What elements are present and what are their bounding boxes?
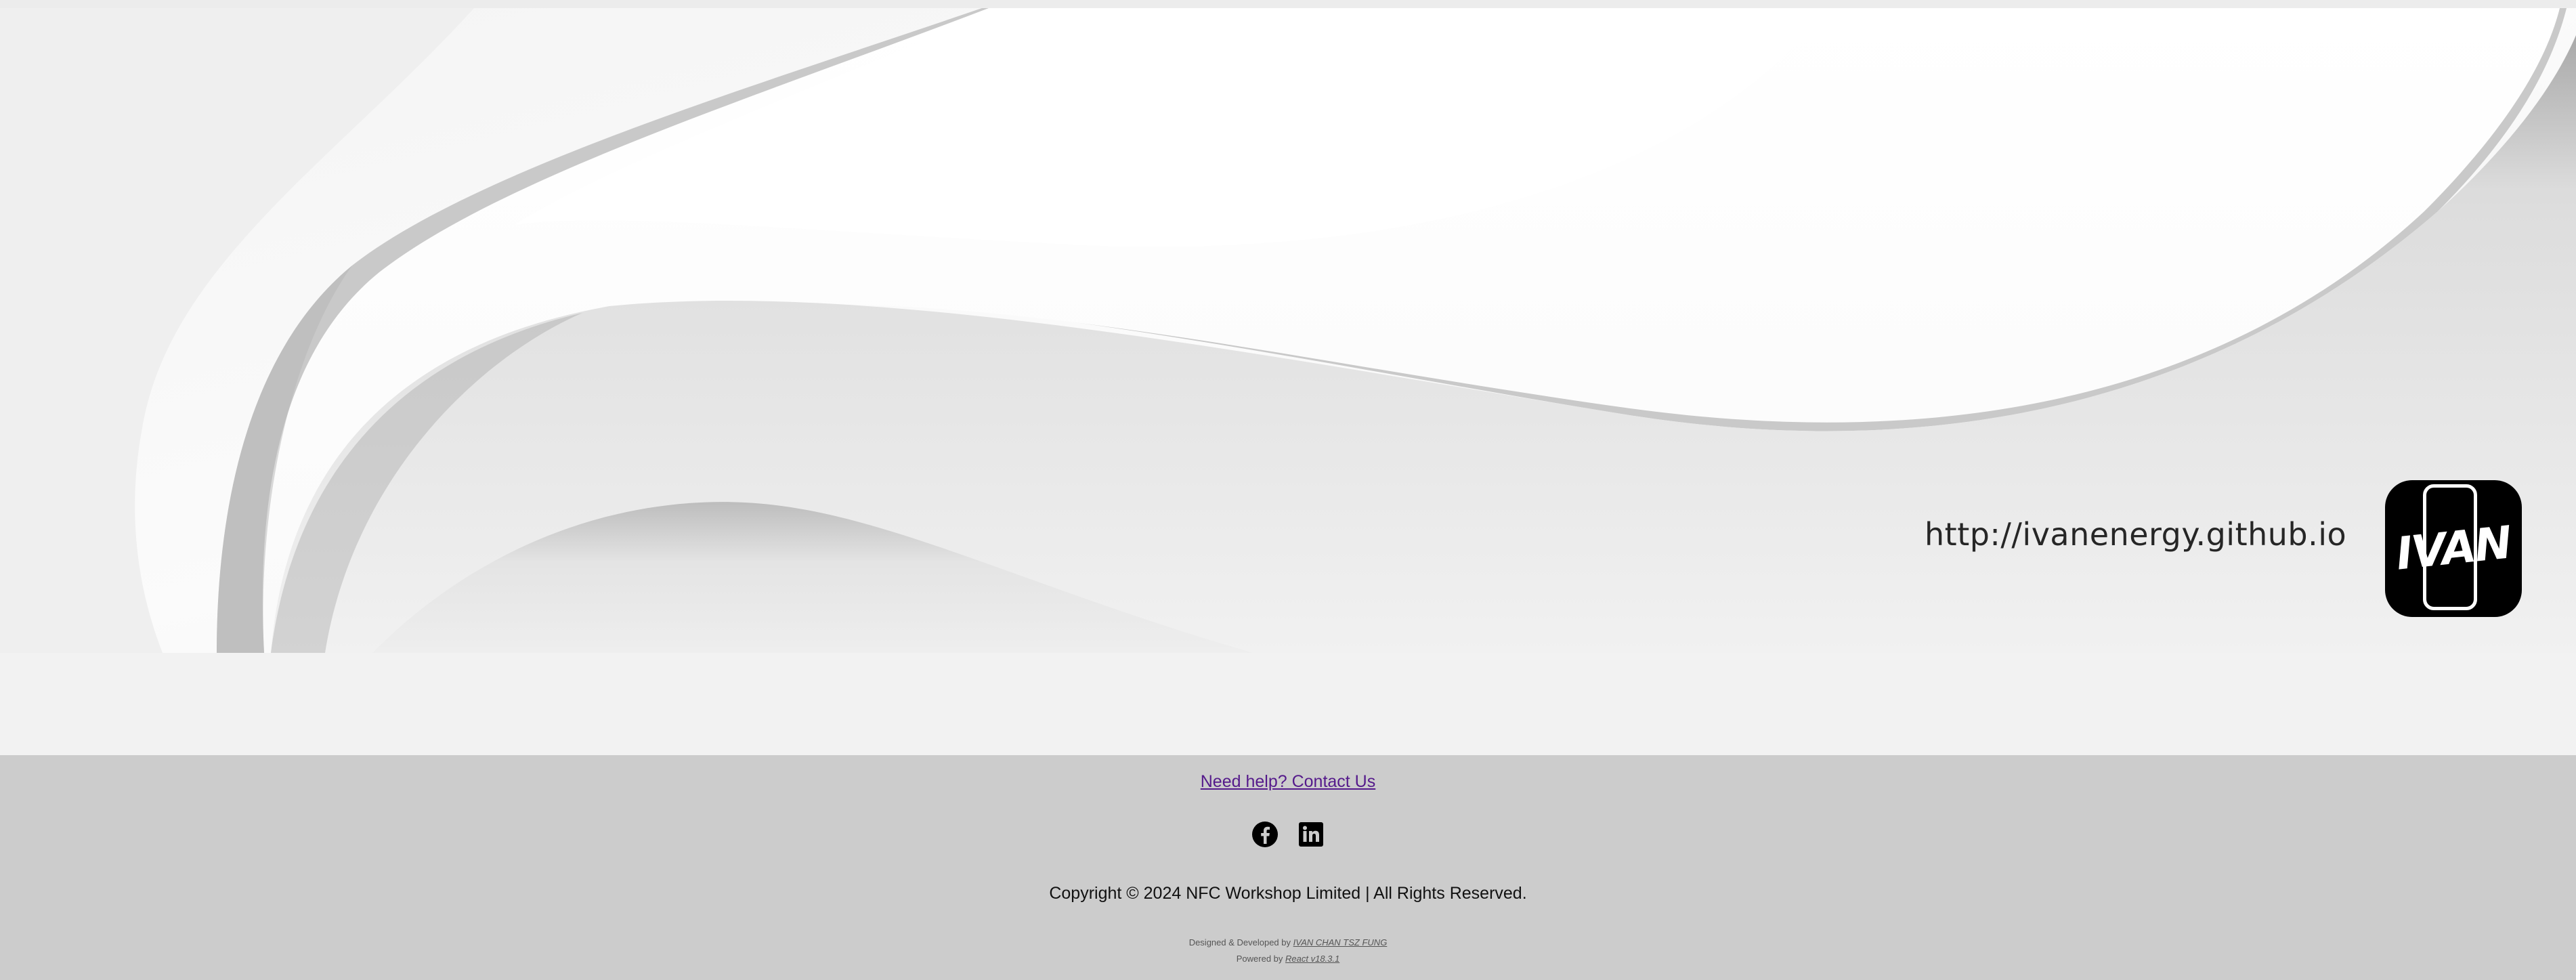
designed-by-line: Designed & Developed by IVAN CHAN TSZ FU… [0,935,2576,951]
logo-text: IVAN [2393,516,2514,580]
copyright-text: Copyright © 2024 NFC Workshop Limited | … [1049,884,1527,903]
content-spacer [0,653,2576,755]
designer-link[interactable]: IVAN CHAN TSZ FUNG [1293,937,1388,947]
powered-by-label: Powered by [1236,954,1286,964]
facebook-icon[interactable] [1251,821,1279,848]
powered-by-line: Powered by React v18.3.1 [0,951,2576,967]
social-links [0,821,2576,848]
linkedin-icon[interactable] [1297,821,1325,848]
wave-background [0,8,2576,653]
contact-us-link[interactable]: Need help? Contact Us [0,772,2576,792]
footer: Need help? Contact Us Copyright © 2024 N… [0,755,2576,980]
site-url-text: http://ivanenergy.github.io [1925,516,2347,553]
react-version-link[interactable]: React v18.3.1 [1285,954,1339,964]
designed-by-label: Designed & Developed by [1188,937,1293,947]
top-strip [0,0,2576,8]
hero-banner: http://ivanenergy.github.io IVAN [0,8,2576,653]
credits: Designed & Developed by IVAN CHAN TSZ FU… [0,935,2576,967]
ivan-logo: IVAN [2385,480,2522,617]
